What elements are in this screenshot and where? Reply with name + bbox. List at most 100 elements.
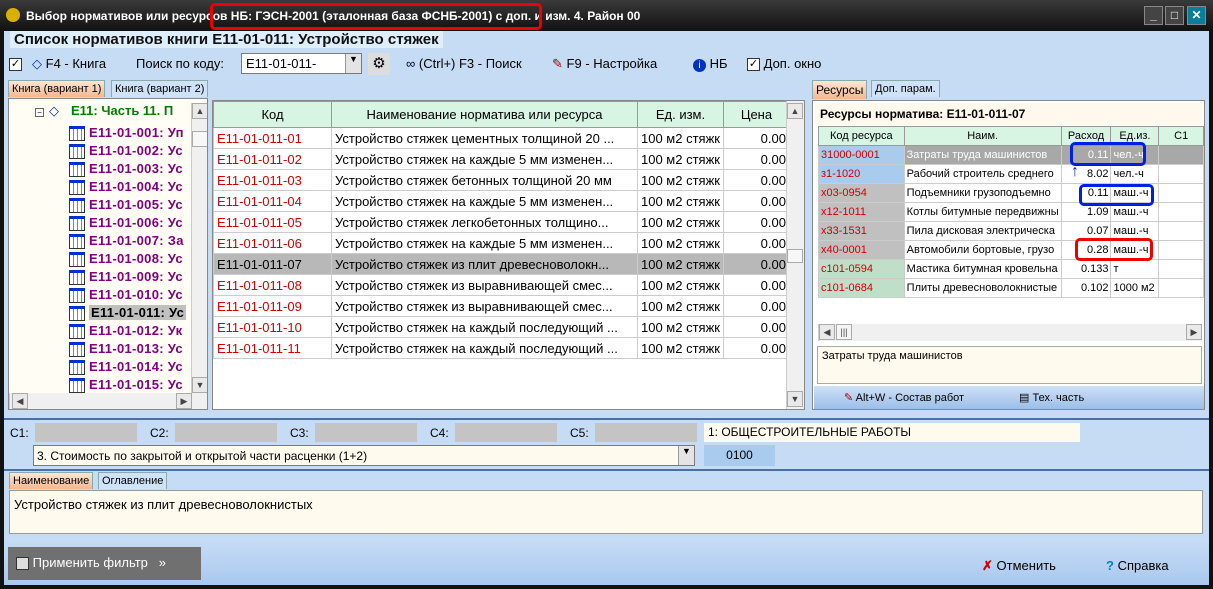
resource-code-cell: х12-1011: [818, 202, 905, 222]
table-row[interactable]: Е11-01-011-01 Устройство стяжек цементных…: [213, 127, 790, 149]
column-header[interactable]: С1: [1158, 126, 1204, 146]
tab-book-variant-2[interactable]: Книга (вариант 2): [111, 80, 209, 97]
cost-mode-select[interactable]: 3. Стоимость по закрытой и открытой част…: [33, 445, 695, 466]
tree-root[interactable]: Е11: Часть 11. П: [71, 103, 173, 118]
table-row[interactable]: Е11-01-011-11 Устройство стяжек на каждый…: [213, 337, 790, 359]
price-cell: 0.00: [722, 274, 790, 296]
table-row[interactable]: Е11-01-011-07 Устройство стяжек из плит д…: [213, 253, 790, 275]
search-button[interactable]: ∞ (Ctrl+) F3 - Поиск: [406, 56, 522, 71]
settings-button[interactable]: ✎ F9 - Настройка: [552, 56, 657, 72]
resource-name-cell: Котлы битумные передвижны: [903, 202, 1062, 222]
tab-resources[interactable]: Ресурсы: [812, 80, 868, 99]
code-cell: Е11-01-011-02: [213, 148, 332, 170]
table-icon: [69, 306, 85, 321]
table-vscrollbar[interactable]: ▲ ▼: [786, 101, 804, 409]
extra-window-checkbox[interactable]: ✓ Доп. окно: [747, 56, 821, 72]
tree-item[interactable]: Е11-01-002: Ус: [89, 143, 183, 158]
minimize-button[interactable]: _: [1144, 6, 1163, 25]
tree-item[interactable]: Е11-01-012: Ук: [89, 323, 182, 338]
column-header[interactable]: Наименование норматива или ресурса: [331, 101, 638, 128]
table-row[interactable]: з1-1020 Рабочий строитель среднего 8.02 чел…: [818, 164, 1204, 184]
tree-item[interactable]: Е11-01-005: Ус: [89, 197, 183, 212]
close-button[interactable]: ✕: [1187, 6, 1206, 25]
c4-field[interactable]: [455, 423, 557, 442]
tree-item[interactable]: Е11-01-003: Ус: [89, 161, 183, 176]
resources-hscrollbar[interactable]: ◀ ||| ▶: [818, 324, 1202, 341]
chevron-down-icon[interactable]: ▼: [345, 54, 361, 73]
column-header[interactable]: Код: [213, 101, 332, 128]
tab-name[interactable]: Наименование: [9, 472, 94, 489]
tree-hscrollbar[interactable]: ◀ ▶: [9, 393, 207, 409]
table-row[interactable]: Е11-01-011-04 Устройство стяжек на каждые…: [213, 190, 790, 212]
c5-label: С5:: [570, 426, 589, 440]
tree-item[interactable]: Е11-01-004: Ус: [89, 179, 183, 194]
tech-part-button[interactable]: ▤ Тех. часть: [1019, 391, 1084, 404]
title-bar: Выбор нормативов или ресурсов НБ: ГЭСН-2…: [0, 0, 1213, 31]
tab-extra-params[interactable]: Доп. парам.: [871, 80, 940, 97]
tab-contents[interactable]: Оглавление: [98, 472, 168, 489]
table-row[interactable]: Е11-01-011-08 Устройство стяжек из выравн…: [213, 274, 790, 296]
tree-item[interactable]: Е11-01-008: Ус: [89, 251, 183, 266]
column-header[interactable]: Ед. изм.: [637, 101, 724, 128]
resource-name-cell: Рабочий строитель среднего: [903, 164, 1062, 184]
gear-icon[interactable]: ⚙: [368, 53, 390, 75]
column-header[interactable]: Код ресурса: [818, 126, 905, 146]
tree-item[interactable]: Е11-01-007: За: [89, 233, 184, 248]
tree-item[interactable]: Е11-01-015: Ус: [89, 377, 183, 392]
maximize-button[interactable]: □: [1165, 6, 1184, 25]
tree-item[interactable]: Е11-01-001: Уп: [89, 125, 184, 140]
chevron-down-icon[interactable]: ▼: [678, 446, 694, 465]
filter-checkbox[interactable]: [16, 557, 29, 571]
name-cell: Устройство стяжек на каждые 5 мм изменен…: [331, 148, 638, 170]
c1-field[interactable]: [35, 423, 137, 442]
price-cell: 0.00: [722, 253, 790, 275]
cancel-button[interactable]: ✗ Отменить: [982, 558, 1056, 574]
work-composition-button[interactable]: ✎ Alt+W - Состав работ: [844, 391, 964, 404]
c3-field[interactable]: [315, 423, 417, 442]
c4-label: С4:: [430, 426, 449, 440]
unit-cell: 1000 м2: [1110, 278, 1160, 298]
c5-field[interactable]: [595, 423, 697, 442]
c1-cell: [1158, 145, 1204, 165]
code-cell: Е11-01-011-01: [213, 127, 332, 149]
resource-name-cell: Затраты труда машинистов: [903, 145, 1062, 165]
tree-item[interactable]: Е11-01-006: Ус: [89, 215, 183, 230]
tree-item[interactable]: Е11-01-009: Ус: [89, 269, 183, 284]
c2-field[interactable]: [175, 423, 277, 442]
apply-filter-button[interactable]: Применить фильтр »: [8, 547, 201, 580]
book-button[interactable]: ◇ F4 - Книга: [32, 56, 106, 72]
name-text: Устройство стяжек из плит древесноволокн…: [9, 490, 1203, 534]
price-cell: 0.00: [722, 316, 790, 338]
unit-cell: 100 м2 стяжк: [637, 337, 724, 359]
table-row[interactable]: с101-0594 Мастика битумная кровельна 0.133…: [818, 259, 1204, 279]
help-button[interactable]: ? Справка: [1106, 558, 1169, 573]
c1-cell: [1158, 240, 1204, 260]
normatives-table: Код Наименование норматива или ресурса Ед.…: [213, 101, 790, 359]
table-row[interactable]: Е11-01-011-09 Устройство стяжек из выравн…: [213, 295, 790, 317]
table-row[interactable]: Е11-01-011-03 Устройство стяжек бетонных …: [213, 169, 790, 191]
table-icon: [69, 234, 85, 249]
table-row[interactable]: Е11-01-011-06 Устройство стяжек на каждые…: [213, 232, 790, 254]
table-row[interactable]: Е11-01-011-02 Устройство стяжек на каждые…: [213, 148, 790, 170]
blue-highlight: [1079, 184, 1154, 206]
resource-name-cell: Автомобили бортовые, грузо: [903, 240, 1062, 260]
expand-filter[interactable]: »: [159, 555, 166, 570]
tree-item[interactable]: Е11-01-014: Ус: [89, 359, 183, 374]
column-header[interactable]: Цена: [722, 101, 790, 128]
search-code-input[interactable]: Е11-01-011- ▼: [241, 53, 362, 74]
column-header[interactable]: Наим.: [903, 126, 1062, 146]
c1-label: С1:: [10, 426, 29, 440]
normatives-table-panel: Код Наименование норматива или ресурса Ед.…: [212, 100, 805, 410]
table-row[interactable]: Е11-01-011-10 Устройство стяжек на каждый…: [213, 316, 790, 338]
tab-book-variant-1[interactable]: Книга (вариант 1): [8, 80, 106, 97]
collapse-icon[interactable]: −: [35, 108, 44, 117]
tree-item[interactable]: Е11-01-013: Ус: [89, 341, 183, 356]
nb-button[interactable]: i НБ: [693, 56, 728, 72]
left-checkbox[interactable]: ✓: [9, 56, 22, 72]
tree-vscrollbar[interactable]: ▲ ▼: [191, 103, 207, 393]
search-code-label: Поиск по коду:: [136, 56, 224, 71]
table-row[interactable]: с101-0684 Плиты древесноволокнистые 0.102 1…: [818, 278, 1204, 298]
tree-item[interactable]: Е11-01-010: Ус: [89, 287, 183, 302]
tree-item[interactable]: Е11-01-011: Ус: [89, 305, 187, 320]
table-row[interactable]: Е11-01-011-05 Устройство стяжек легкобето…: [213, 211, 790, 233]
